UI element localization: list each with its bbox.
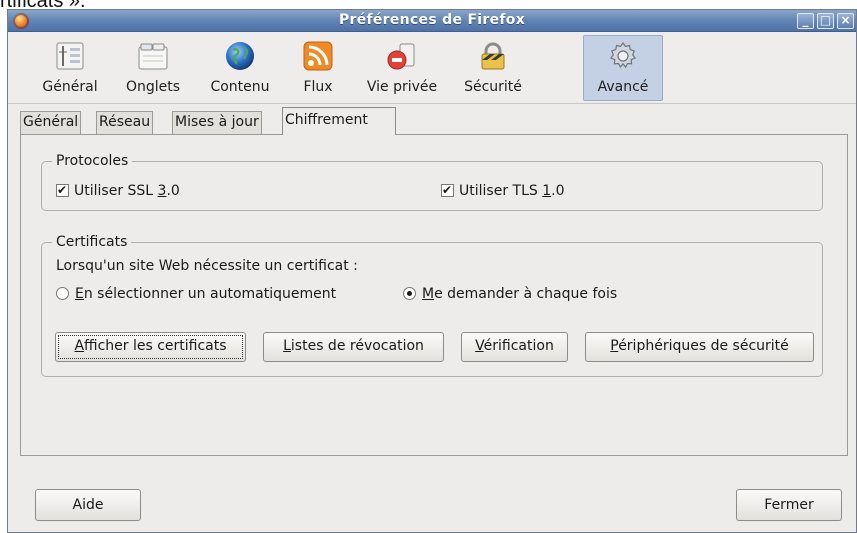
protocols-group: Protocoles Utiliser SSL 3.0 Utiliser TLS…: [41, 152, 823, 211]
security-devices-label: ériphériques de sécurité: [618, 338, 789, 354]
close-window-button[interactable]: ×: [837, 13, 854, 29]
radio-auto-mnemonic: E: [75, 286, 84, 302]
certificates-group: Certificats Lorsqu'un site Web nécessite…: [41, 233, 823, 377]
window-title: Préférences de Firefox: [338, 12, 526, 28]
encryption-panel: Protocoles Utiliser SSL 3.0 Utiliser TLS…: [20, 134, 848, 456]
radio-select-automatically[interactable]: En sélectionner un automatiquement: [56, 285, 336, 303]
pane-feeds-label: Flux: [303, 79, 333, 95]
tab-encryption[interactable]: Chiffrement: [282, 107, 396, 135]
tls-check-box[interactable]: [441, 181, 454, 199]
ssl-check-box[interactable]: [56, 181, 69, 199]
gear-icon: [607, 40, 639, 72]
pane-tabs[interactable]: Onglets: [114, 35, 192, 101]
privacy-icon: [386, 40, 418, 72]
minimize-button[interactable]: _: [797, 13, 814, 29]
pane-security-label: Sécurité: [464, 79, 522, 95]
tab-updates[interactable]: Mises à jour: [172, 111, 262, 135]
tab-general[interactable]: Général: [20, 111, 82, 135]
pane-feeds[interactable]: Flux: [288, 35, 348, 101]
pane-general[interactable]: Général: [34, 35, 106, 101]
radio-ask-every-time[interactable]: Me demander à chaque fois: [403, 285, 617, 303]
protocols-legend: Protocoles: [52, 152, 133, 170]
maximize-button[interactable]: □: [817, 13, 834, 29]
certificate-prompt: Lorsqu'un site Web nécessite un certific…: [56, 258, 358, 274]
view-certificates-label: fficher les certificats: [84, 338, 227, 354]
pane-content[interactable]: Contenu: [200, 35, 280, 101]
view-certificates-mnemonic: A: [74, 338, 85, 354]
security-devices-mnemonic: P: [610, 338, 619, 354]
content-globe-icon: [224, 40, 256, 72]
close-button[interactable]: Fermer: [736, 489, 842, 521]
security-padlock-icon: [477, 40, 509, 72]
preferences-window: Préférences de Firefox _ □ × Général Ong…: [7, 9, 857, 533]
verification-button[interactable]: Vérification: [461, 332, 568, 362]
use-tls-checkbox[interactable]: Utiliser TLS 1.0: [441, 181, 565, 200]
pane-advanced[interactable]: Avancé: [583, 35, 663, 101]
pane-privacy[interactable]: Vie privée: [358, 35, 446, 101]
radio-ask-mnemonic: M: [422, 286, 435, 302]
general-pane-icon: [54, 40, 86, 72]
tls-label-prefix: Utiliser TLS: [459, 183, 543, 199]
pane-advanced-label: Avancé: [597, 79, 649, 95]
title-bar[interactable]: Préférences de Firefox _ □ ×: [8, 10, 856, 32]
pane-content-label: Contenu: [210, 79, 270, 95]
view-certificates-button[interactable]: Afficher les certificats: [55, 332, 246, 362]
tls-label-suffix: .0: [551, 183, 565, 199]
tabs-pane-icon: [137, 40, 169, 72]
pane-privacy-label: Vie privée: [366, 79, 438, 95]
use-ssl-checkbox[interactable]: Utiliser SSL 3.0: [56, 181, 180, 200]
help-button[interactable]: Aide: [35, 489, 141, 521]
pane-security[interactable]: Sécurité: [452, 35, 534, 101]
radio-ask-label: e demander à chaque fois: [434, 286, 618, 302]
revocation-lists-mnemonic: L: [283, 338, 291, 354]
pane-tabs-label: Onglets: [125, 79, 181, 95]
tab-network[interactable]: Réseau: [96, 111, 154, 135]
radio-auto-label: n sélectionner un automatiquement: [83, 286, 337, 302]
ssl-label-suffix: .0: [166, 183, 180, 199]
revocation-lists-label: istes de révocation: [290, 338, 424, 354]
radio-auto-dot[interactable]: [56, 287, 69, 300]
pane-general-label: Général: [42, 79, 98, 95]
verification-mnemonic: V: [475, 338, 484, 354]
rss-feed-icon: [302, 40, 334, 72]
verification-label: érification: [483, 338, 554, 354]
revocation-lists-button[interactable]: Listes de révocation: [263, 332, 444, 362]
security-devices-button[interactable]: Périphériques de sécurité: [585, 332, 814, 362]
certificates-legend: Certificats: [52, 233, 132, 251]
ssl-label-prefix: Utiliser SSL: [74, 183, 158, 199]
preferences-toolbar: Général Onglets Contenu Flux Vie privée …: [8, 32, 856, 104]
tls-label-mnemonic: 1: [542, 183, 552, 199]
radio-ask-dot[interactable]: [403, 287, 416, 300]
